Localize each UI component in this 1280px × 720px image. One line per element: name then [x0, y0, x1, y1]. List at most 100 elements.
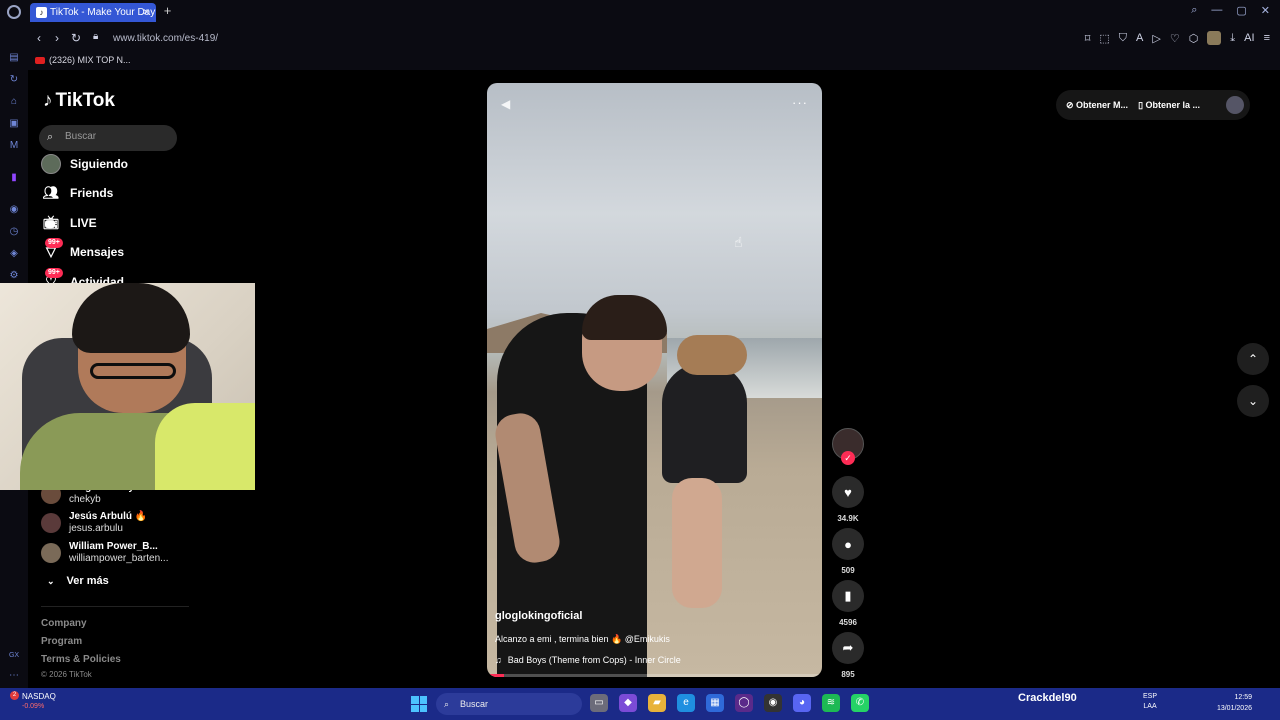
tiktok-logo[interactable]: ♪ TikTok: [43, 90, 115, 112]
nav-live[interactable]: 📺︎ LIVE: [41, 211, 97, 235]
comment-icon[interactable]: ●: [832, 528, 864, 560]
extensions-icon[interactable]: ⬡: [1189, 32, 1199, 45]
clock[interactable]: 12:59 13/01/2026: [1210, 692, 1252, 714]
bookmark-icon[interactable]: ⌑: [1085, 32, 1091, 45]
close-window-icon[interactable]: ✕: [1261, 4, 1270, 17]
get-coins-button[interactable]: ⊘ Obtener M...: [1066, 100, 1128, 111]
tab-tiktok[interactable]: ♪ TikTok - Make Your Day ✕: [30, 3, 156, 22]
stock-widget[interactable]: NASDAQ -0.09%: [22, 692, 56, 710]
following-item[interactable]: William Power_B... williampower_barten..…: [41, 541, 201, 569]
translate-icon[interactable]: A: [1136, 32, 1143, 44]
obs-icon[interactable]: ◉: [764, 694, 782, 712]
opera-logo-icon[interactable]: [7, 5, 21, 19]
get-app-button[interactable]: ▯ Obtener la ...: [1138, 100, 1200, 111]
menu-icon[interactable]: ≡: [1264, 32, 1270, 44]
taskbar: 2 NASDAQ -0.09% ⌕ Buscar ▭ ◆ ▰ e ▦ ◯ ◉ ◕…: [0, 688, 1280, 720]
video-player[interactable]: ◀︎ ··· gloglokingoficial Alcanzo a emi ,…: [487, 83, 822, 677]
more-options-icon[interactable]: ···: [792, 95, 808, 110]
whatsapp-icon[interactable]: ✆: [851, 694, 869, 712]
ai-icon[interactable]: AI: [1244, 32, 1254, 44]
nav-following[interactable]: Siguiendo: [41, 152, 128, 176]
new-tab-button[interactable]: +: [161, 4, 174, 18]
messages-badge: 99+: [45, 238, 63, 248]
search-input[interactable]: [65, 131, 165, 142]
image-icon[interactable]: ▣: [8, 118, 20, 130]
copilot-icon[interactable]: ◆: [619, 694, 637, 712]
bookmark-icon[interactable]: ▮: [832, 580, 864, 612]
play-icon[interactable]: ▷: [1152, 32, 1160, 45]
footer-program-link[interactable]: Program: [41, 636, 82, 647]
refresh-icon[interactable]: ↻: [8, 74, 20, 86]
forward-icon[interactable]: ›: [55, 31, 59, 45]
share-icon[interactable]: ➦: [832, 632, 864, 664]
taskbar-apps: ▭ ◆ ▰ e ▦ ◯ ◉ ◕ ≋ ✆: [590, 694, 869, 712]
footer-company-link[interactable]: Company: [41, 618, 87, 629]
window-controls: ⌕ — ▢ ✕: [1191, 4, 1270, 17]
url-field[interactable]: www.tiktok.com/es-419/: [113, 33, 218, 44]
following-item[interactable]: Jesús Arbulú 🔥 jesus.arbulu: [41, 511, 201, 539]
tiktok-note-icon: ♪: [43, 90, 53, 111]
streamer-name: Crackdel90: [1018, 692, 1077, 704]
music-note-icon: ♫: [495, 655, 502, 665]
tab-close-icon[interactable]: ✕: [142, 3, 150, 22]
share-action[interactable]: ➦ 895: [831, 632, 865, 679]
video-progress-bar[interactable]: [487, 674, 822, 677]
tab-title: TikTok - Make Your Day: [50, 7, 156, 18]
minimize-icon[interactable]: —: [1211, 4, 1222, 17]
see-more-button[interactable]: ⌄ Ver más: [47, 575, 109, 587]
like-action[interactable]: ♥ 34.9K: [831, 476, 865, 523]
maximize-icon[interactable]: ▢: [1236, 4, 1246, 17]
heart-icon[interactable]: ♥: [832, 476, 864, 508]
history-icon[interactable]: ◷: [8, 226, 20, 238]
volume-muted-icon[interactable]: ◀︎: [501, 97, 510, 111]
task-view-icon[interactable]: ▭: [590, 694, 608, 712]
previous-video-button[interactable]: ⌃: [1237, 343, 1269, 375]
edge-icon[interactable]: e: [677, 694, 695, 712]
share-count: 895: [841, 670, 855, 679]
next-video-button[interactable]: ⌄: [1237, 385, 1269, 417]
search-box[interactable]: ⌕: [39, 125, 177, 151]
opera-gx-icon[interactable]: ◯: [735, 694, 753, 712]
profile-avatar[interactable]: [1207, 31, 1222, 45]
taskbar-search[interactable]: ⌕ Buscar: [436, 693, 582, 715]
footer-terms-link[interactable]: Terms & Policies: [41, 654, 121, 665]
nav-friends[interactable]: 👥︎ Friends: [41, 181, 114, 205]
gx-icon[interactable]: GX: [8, 650, 20, 662]
bag-icon[interactable]: ⌂: [8, 96, 20, 108]
wallet-icon[interactable]: ▤: [8, 52, 20, 64]
heart-icon[interactable]: ♡: [1170, 32, 1180, 45]
spotify-icon[interactable]: ≋: [822, 694, 840, 712]
search-tabs-icon[interactable]: ⌕: [1191, 4, 1197, 17]
bookmark-item[interactable]: (2326) MIX TOP N...: [35, 55, 131, 65]
store-icon[interactable]: ▦: [706, 694, 724, 712]
language-indicator[interactable]: ESP LAA: [1143, 692, 1157, 712]
back-icon[interactable]: ‹: [37, 31, 41, 45]
nav-messages[interactable]: ▽ 99+ Mensajes: [41, 238, 124, 264]
like-count: 34.9K: [837, 514, 859, 523]
comment-action[interactable]: ● 509: [831, 528, 865, 575]
messenger-icon[interactable]: M: [8, 140, 20, 152]
save-action[interactable]: ▮ 4596: [831, 580, 865, 627]
reload-icon[interactable]: ↻: [71, 31, 81, 45]
download-icon[interactable]: ⤓: [1230, 32, 1235, 45]
follow-check-icon[interactable]: ✓: [841, 451, 855, 465]
snapshot-icon[interactable]: ⬚: [1099, 32, 1109, 45]
twitch-icon[interactable]: ▮: [8, 172, 20, 184]
player-icon[interactable]: ◉: [8, 204, 20, 216]
profile-avatar[interactable]: [1226, 96, 1244, 114]
cube-icon[interactable]: ◈: [8, 248, 20, 260]
browser-tabbar: ♪ TikTok - Make Your Day ✕ + ⌕ — ▢ ✕: [0, 0, 1280, 26]
ticker-badge: 2: [10, 691, 19, 700]
shield-icon[interactable]: ⛉: [1119, 32, 1127, 45]
discord-icon[interactable]: ◕: [793, 694, 811, 712]
start-button[interactable]: [411, 696, 427, 712]
file-explorer-icon[interactable]: ▰: [648, 694, 666, 712]
video-music[interactable]: ♫ Bad Boys (Theme from Cops) - Inner Circ…: [495, 655, 681, 665]
video-scene-hair: [677, 335, 747, 375]
settings-icon[interactable]: ⚙: [8, 270, 20, 282]
video-author[interactable]: gloglokingoficial: [495, 610, 582, 622]
chevron-down-icon: ⌄: [1247, 394, 1259, 408]
chevron-down-icon: ⌄: [47, 575, 55, 586]
more-icon[interactable]: ⋯: [8, 670, 20, 682]
webcam-glasses: [90, 363, 176, 379]
